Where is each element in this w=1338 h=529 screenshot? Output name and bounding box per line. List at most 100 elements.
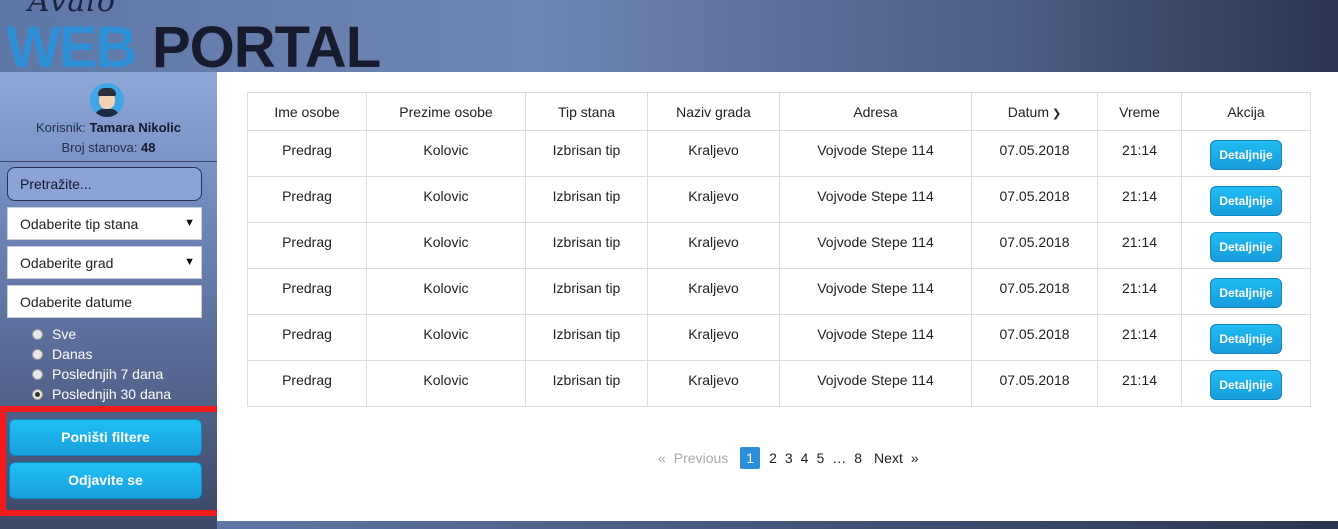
cell-vreme: 21:14 — [1097, 176, 1182, 223]
reset-filters-button[interactable]: Poništi filtere — [9, 419, 202, 456]
column-header[interactable]: Tip stana — [525, 92, 648, 131]
column-header-datum[interactable]: Datum ❯ — [971, 92, 1098, 131]
cell-ime: Predrag — [247, 176, 367, 223]
cell-prezime: Kolovic — [366, 176, 526, 223]
next-page-link[interactable]: Next — [874, 450, 903, 466]
radio-last-30-days[interactable]: Poslednjih 30 dana — [32, 384, 171, 404]
footer-bar — [217, 521, 1338, 529]
column-header[interactable]: Akcija — [1181, 92, 1311, 131]
cell-datum: 07.05.2018 — [971, 222, 1098, 269]
radio-label: Poslednjih 30 dana — [52, 386, 172, 402]
details-button[interactable]: Detaljnije — [1210, 278, 1282, 308]
cell-ime: Predrag — [247, 222, 367, 269]
first-page-link[interactable]: « — [658, 450, 666, 466]
cell-adresa: Vojvode Stepe 114 — [779, 268, 972, 315]
user-name: Tamara Nikolic — [89, 120, 181, 135]
details-button[interactable]: Detaljnije — [1210, 324, 1282, 354]
details-button[interactable]: Detaljnije — [1210, 186, 1282, 216]
count-label: Broj stanova: — [61, 140, 138, 155]
column-header-label: Datum — [1007, 103, 1049, 120]
search-input[interactable]: Pretražite... — [7, 167, 202, 201]
cell-grad: Kraljevo — [647, 360, 780, 407]
radio-sve[interactable]: Sve — [32, 324, 171, 344]
cell-adresa: Vojvode Stepe 114 — [779, 176, 972, 223]
cell-akcija: Detaljnije — [1181, 268, 1311, 315]
cell-tip: Izbrisan tip — [525, 130, 648, 177]
caret-down-icon: ▼ — [184, 217, 195, 229]
cell-ime: Predrag — [247, 314, 367, 361]
cell-prezime: Kolovic — [366, 360, 526, 407]
table-row: Predrag Kolovic Izbrisan tip Kraljevo Vojvod… — [247, 360, 1311, 407]
cell-adresa: Vojvode Stepe 114 — [779, 130, 972, 177]
cell-prezime: Kolovic — [366, 130, 526, 177]
cell-tip: Izbrisan tip — [525, 314, 648, 361]
user-label: Korisnik: — [35, 120, 86, 135]
cell-grad: Kraljevo — [647, 176, 780, 223]
last-page-link[interactable]: » — [911, 450, 919, 466]
date-picker-field[interactable]: Odaberite datume — [7, 285, 202, 318]
page-link-4[interactable]: 4 — [801, 450, 809, 466]
column-header[interactable]: Vreme — [1097, 92, 1182, 131]
details-button[interactable]: Detaljnije — [1210, 232, 1282, 262]
apartment-type-select[interactable]: Odaberite tip stana ▼ — [7, 207, 202, 240]
cell-vreme: 21:14 — [1097, 360, 1182, 407]
page-link-2[interactable]: 2 — [769, 450, 777, 466]
cell-datum: 07.05.2018 — [971, 176, 1098, 223]
caret-down-icon: ▼ — [184, 256, 195, 268]
cell-adresa: Vojvode Stepe 114 — [779, 314, 972, 361]
cell-grad: Kraljevo — [647, 222, 780, 269]
cell-datum: 07.05.2018 — [971, 130, 1098, 177]
radio-last-7-days[interactable]: Poslednjih 7 dana — [32, 364, 171, 384]
page-link-3[interactable]: 3 — [785, 450, 793, 466]
table-row: Predrag Kolovic Izbrisan tip Kraljevo Vojvod… — [247, 176, 1311, 223]
logo-web: WEB — [6, 15, 137, 80]
cell-tip: Izbrisan tip — [525, 176, 648, 223]
cell-akcija: Detaljnije — [1181, 314, 1311, 361]
cell-prezime: Kolovic — [366, 268, 526, 315]
page-link-8[interactable]: 8 — [854, 450, 862, 466]
cell-datum: 07.05.2018 — [971, 360, 1098, 407]
cell-akcija: Detaljnije — [1181, 130, 1311, 177]
column-header[interactable]: Ime osobe — [247, 92, 367, 131]
page-ellipsis: … — [832, 450, 847, 466]
main-content: Ime osobe Prezime osobe Tip stana Naziv … — [217, 72, 1338, 521]
column-header[interactable]: Adresa — [779, 92, 972, 131]
radio-button-selected[interactable] — [32, 388, 43, 400]
cell-datum: 07.05.2018 — [971, 268, 1098, 315]
date-picker-label: Odaberite datume — [20, 294, 133, 310]
radio-label: Poslednjih 7 dana — [52, 366, 164, 382]
cell-ime: Predrag — [247, 360, 367, 407]
table-row: Predrag Kolovic Izbrisan tip Kraljevo Vojvod… — [247, 130, 1311, 177]
cell-adresa: Vojvode Stepe 114 — [779, 222, 972, 269]
column-header[interactable]: Naziv grada — [647, 92, 780, 131]
count-value: 48 — [141, 140, 156, 155]
user-name-line: Korisnik: Tamara Nikolic — [0, 120, 217, 135]
logout-button[interactable]: Odjavite se — [9, 462, 202, 499]
cell-akcija: Detaljnije — [1181, 360, 1311, 407]
logo-portal: PORTAL — [152, 15, 381, 80]
cell-vreme: 21:14 — [1097, 130, 1182, 177]
radio-button[interactable] — [32, 328, 43, 340]
radio-button[interactable] — [32, 368, 43, 380]
user-block: Korisnik: Tamara Nikolic Broj stanova: 4… — [0, 72, 217, 162]
cell-prezime: Kolovic — [366, 314, 526, 361]
radio-button[interactable] — [32, 348, 43, 360]
details-button[interactable]: Detaljnije — [1210, 370, 1282, 400]
logo[interactable]: Avalo WEB PORTAL — [6, 0, 381, 80]
page-link-1[interactable]: 1 — [740, 447, 761, 469]
radio-danas[interactable]: Danas — [32, 344, 171, 364]
cell-prezime: Kolovic — [366, 222, 526, 269]
cell-grad: Kraljevo — [647, 130, 780, 177]
cell-ime: Predrag — [247, 130, 367, 177]
cell-vreme: 21:14 — [1097, 314, 1182, 361]
radio-label: Danas — [52, 346, 93, 362]
details-button[interactable]: Detaljnije — [1210, 140, 1282, 170]
city-select-label: Odaberite grad — [20, 255, 114, 271]
previous-page-link[interactable]: Previous — [674, 450, 728, 466]
page-link-5[interactable]: 5 — [816, 450, 824, 466]
avatar-icon — [90, 83, 124, 117]
city-select[interactable]: Odaberite grad ▼ — [7, 246, 202, 279]
cell-adresa: Vojvode Stepe 114 — [779, 360, 972, 407]
table-row: Predrag Kolovic Izbrisan tip Kraljevo Vojvod… — [247, 314, 1311, 361]
column-header[interactable]: Prezime osobe — [366, 92, 526, 131]
